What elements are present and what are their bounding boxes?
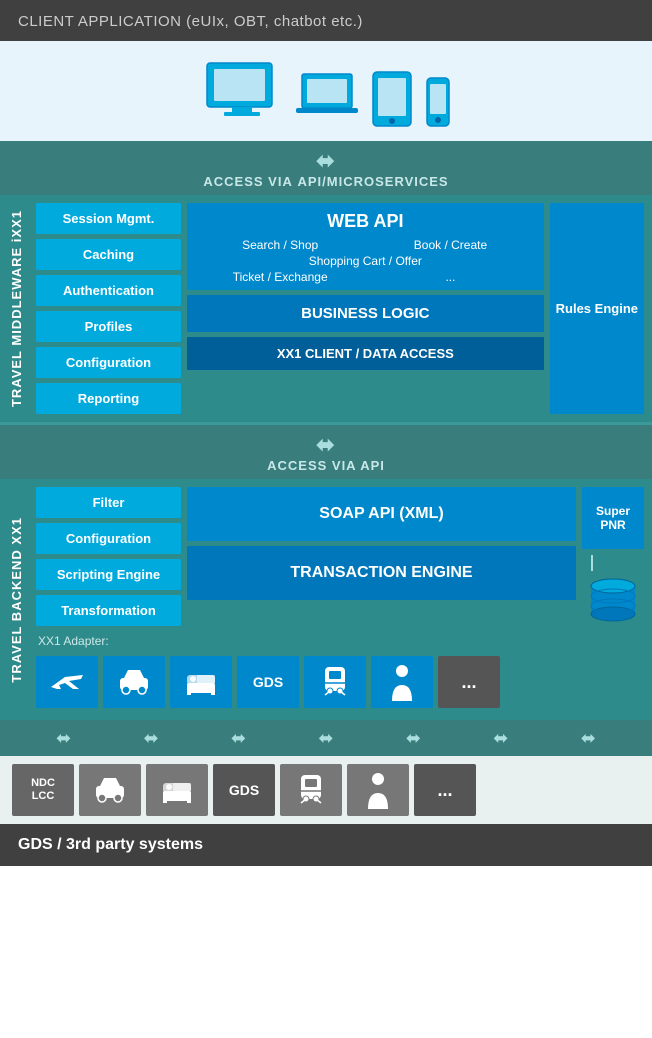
tablet-icon xyxy=(371,70,413,128)
plug-4: ⬌ xyxy=(318,728,333,749)
backend-top-row: Filter Configuration Scripting Engine Tr… xyxy=(36,487,644,626)
header-subtitle: (eUIx, OBT, chatbot etc.) xyxy=(182,13,363,30)
plug-6: ⬌ xyxy=(493,728,508,749)
filter-box: Filter xyxy=(36,487,181,518)
access-banner-2: ⬌ ACCESS VIA API xyxy=(0,425,652,479)
middleware-section: TRAVEL MIDDLEWARE iXX1 Session Mgmt. Cac… xyxy=(0,195,652,425)
web-api-box: WEB API Search / Shop Book / Create Shop… xyxy=(187,203,544,290)
airplane-icon xyxy=(49,667,85,697)
backend-middle-col: SOAP API (XML) TRANSACTION ENGINE xyxy=(187,487,576,626)
ndc-lcc-label: NDCLCC xyxy=(31,777,55,803)
super-pnr-box: Super PNR xyxy=(582,487,644,549)
backend-content: Filter Configuration Scripting Engine Tr… xyxy=(32,479,652,720)
bottom-hotel-box xyxy=(146,764,208,816)
plug-3: ⬌ xyxy=(231,728,246,749)
bed-icon xyxy=(183,667,219,697)
bottom-more-box: ... xyxy=(414,764,476,816)
transaction-engine-box: TRANSACTION ENGINE xyxy=(187,546,576,600)
plug-icon-2: ⬌ xyxy=(316,432,335,458)
soap-api-box: SOAP API (XML) xyxy=(187,487,576,541)
monitor-icon xyxy=(202,58,282,128)
web-api-title: WEB API xyxy=(193,211,538,232)
bottom-car-box xyxy=(79,764,141,816)
bottom-gds-box: GDS xyxy=(213,764,275,816)
bottom-systems-section: NDCLCC GDS xyxy=(0,756,652,824)
train-icon xyxy=(320,665,350,699)
header-title: CLIENT APPLICATION xyxy=(18,13,182,30)
pnr-connector-line xyxy=(587,555,597,571)
adapter-gds-box: GDS xyxy=(237,656,299,708)
data-access-box: XX1 CLIENT / DATA ACCESS xyxy=(187,337,544,370)
connector-bar: ⬌ ⬌ ⬌ ⬌ ⬌ ⬌ ⬌ xyxy=(0,720,652,756)
backend-config-box: Configuration xyxy=(36,523,181,554)
adapter-car-box xyxy=(103,656,165,708)
adapter-rail-box xyxy=(304,656,366,708)
middleware-vertical-label-container: TRAVEL MIDDLEWARE iXX1 xyxy=(0,195,32,422)
bottom-bed-icon xyxy=(159,775,195,805)
adapter-person-box xyxy=(371,656,433,708)
car-icon xyxy=(116,668,152,696)
client-app-header: CLIENT APPLICATION (eUIx, OBT, chatbot e… xyxy=(0,0,652,41)
business-logic-box: BUSINESS LOGIC xyxy=(187,295,544,332)
transformation-box: Transformation xyxy=(36,595,181,626)
gds-adapter-label: GDS xyxy=(253,674,283,690)
adapter-air-box xyxy=(36,656,98,708)
middleware-vertical-label: TRAVEL MIDDLEWARE iXX1 xyxy=(3,200,30,417)
backend-vertical-label: TRAVEL BACKEND XX1 xyxy=(3,507,30,693)
access-text-1: ACCESS VIA API/MICROSERVICES xyxy=(203,174,448,189)
adapter-label: XX1 Adapter: xyxy=(36,632,644,650)
middleware-right-col: Rules Engine xyxy=(550,203,644,414)
backend-vertical-label-container: TRAVEL BACKEND XX1 xyxy=(0,479,32,720)
more-adapters-label: ... xyxy=(461,672,476,693)
middleware-content: Session Mgmt. Caching Authentication Pro… xyxy=(32,195,652,422)
reporting-box: Reporting xyxy=(36,383,181,414)
database-icon xyxy=(587,576,639,626)
rules-engine-box: Rules Engine xyxy=(550,203,644,414)
footer-bar: GDS / 3rd party systems xyxy=(0,824,652,866)
bottom-person-box xyxy=(347,764,409,816)
pnr-db-icon xyxy=(587,555,639,626)
plug-5: ⬌ xyxy=(406,728,421,749)
plug-2: ⬌ xyxy=(144,728,159,749)
adapter-hotel-box xyxy=(170,656,232,708)
plug-icon-1: ⬌ xyxy=(316,148,335,174)
link-book-create: Book / Create xyxy=(367,238,533,252)
web-api-links: Search / Shop Book / Create Shopping Car… xyxy=(193,236,538,286)
adapter-more-box: ... xyxy=(438,656,500,708)
phone-icon xyxy=(425,76,451,128)
laptop-icon xyxy=(294,68,359,128)
session-mgmt-box: Session Mgmt. xyxy=(36,203,181,234)
footer-label: GDS / 3rd party systems xyxy=(18,836,203,853)
link-dots: ... xyxy=(367,270,533,284)
access-text-2: ACCESS VIA API xyxy=(267,458,385,473)
bottom-rail-box xyxy=(280,764,342,816)
backend-section: TRAVEL BACKEND XX1 Filter Configuration … xyxy=(0,479,652,720)
super-pnr-right: Super PNR xyxy=(582,487,644,626)
adapter-icons-row: GDS xyxy=(36,656,644,712)
bottom-gds-label: GDS xyxy=(229,782,259,798)
link-search-shop: Search / Shop xyxy=(197,238,363,252)
scripting-engine-box: Scripting Engine xyxy=(36,559,181,590)
access-banner-1: ⬌ ACCESS VIA API/MICROSERVICES xyxy=(0,141,652,195)
profiles-box: Profiles xyxy=(36,311,181,342)
caching-box: Caching xyxy=(36,239,181,270)
middleware-left-col: Session Mgmt. Caching Authentication Pro… xyxy=(36,203,181,414)
bottom-car-icon xyxy=(92,776,128,804)
link-ticket-exchange: Ticket / Exchange xyxy=(197,270,363,284)
person-icon xyxy=(389,663,415,701)
link-shopping-cart: Shopping Cart / Offer xyxy=(197,254,534,268)
devices-illustration xyxy=(202,58,451,128)
backend-left-col: Filter Configuration Scripting Engine Tr… xyxy=(36,487,181,626)
bottom-more-label: ... xyxy=(437,780,452,801)
device-area xyxy=(0,41,652,141)
ndc-lcc-box: NDCLCC xyxy=(12,764,74,816)
plug-1: ⬌ xyxy=(56,728,71,749)
bottom-person-icon xyxy=(365,771,391,809)
bottom-train-icon xyxy=(296,773,326,807)
plug-7: ⬌ xyxy=(581,728,596,749)
configuration-box: Configuration xyxy=(36,347,181,378)
authentication-box: Authentication xyxy=(36,275,181,306)
middleware-middle-col: WEB API Search / Shop Book / Create Shop… xyxy=(187,203,544,414)
